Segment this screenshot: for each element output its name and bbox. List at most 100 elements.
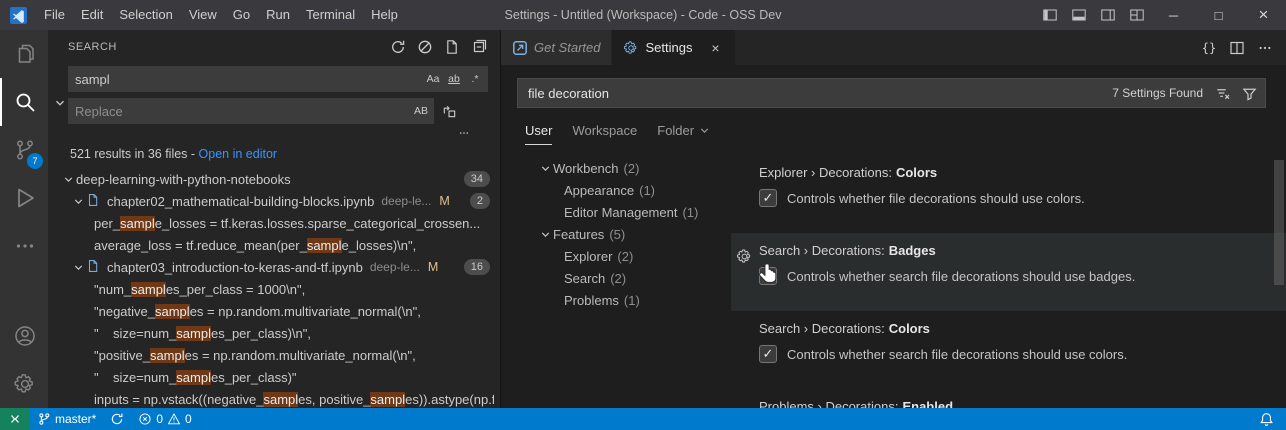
scope-tabs: User Workspace Folder (501, 108, 1286, 145)
minimize-button[interactable]: ─ (1151, 0, 1196, 30)
toggle-search-details-button[interactable] (456, 127, 476, 139)
errors-icon (138, 412, 152, 426)
toggle-panel-icon[interactable] (1064, 0, 1093, 30)
activity-run-debug[interactable] (0, 174, 48, 222)
activity-accounts[interactable] (0, 312, 48, 360)
toggle-primary-sidebar-icon[interactable] (1035, 0, 1064, 30)
search-match-row[interactable]: "negative_samples = np.random.multivaria… (48, 300, 500, 322)
sidebar-title: SEARCH (68, 41, 117, 53)
toc-item-editor-management[interactable]: Editor Management (1) (521, 201, 731, 223)
file-icon (86, 259, 102, 276)
match-text: average_loss = tf.reduce_mean(per_sample… (94, 237, 417, 253)
scope-tab-workspace[interactable]: Workspace (572, 123, 637, 145)
replace-input[interactable] (75, 103, 410, 119)
setting-gear-icon[interactable] (736, 248, 753, 265)
menu-file[interactable]: File (36, 0, 73, 30)
open-settings-json-button[interactable]: {} (1196, 35, 1222, 61)
menu-run[interactable]: Run (258, 0, 298, 30)
filter-settings-button[interactable] (1238, 82, 1260, 104)
setting-checkbox[interactable]: ✓ (759, 267, 777, 285)
close-tab-icon[interactable]: × (706, 39, 724, 57)
menu-go[interactable]: Go (225, 0, 258, 30)
setting-name: Enabled (902, 399, 954, 408)
open-in-editor-link[interactable]: Open in editor (199, 147, 278, 161)
setting-value-row: ✓ Controls whether search file decoration… (759, 345, 1262, 363)
git-status-badge: M (427, 260, 439, 274)
activity-source-control[interactable]: 7 (0, 126, 48, 174)
search-match-row[interactable]: inputs = np.vstack((negative_samples, po… (48, 388, 500, 408)
toc-item-problems[interactable]: Problems (1) (521, 289, 731, 311)
refresh-button[interactable] (387, 36, 409, 58)
activity-more[interactable] (0, 222, 48, 270)
activity-bar: 7 (0, 30, 48, 408)
clear-settings-filter-button[interactable] (1211, 82, 1233, 104)
match-text: " size=num_samples_per_class)" (94, 369, 297, 385)
close-window-button[interactable]: × (1241, 0, 1286, 30)
toggle-replace-button[interactable] (52, 66, 68, 140)
toc-item-features[interactable]: Features (5) (521, 223, 731, 245)
editor-scrollbar[interactable] (1274, 160, 1284, 285)
scope-tab-user[interactable]: User (525, 123, 553, 145)
file-result-row[interactable]: chapter02_mathematical-building-blocks.i… (48, 190, 500, 212)
preserve-case-toggle[interactable]: AB (411, 101, 431, 121)
regex-toggle[interactable]: .* (465, 69, 485, 89)
match-highlight: sampl (131, 281, 166, 297)
sync-status-item[interactable] (103, 408, 131, 430)
collapse-all-button[interactable] (468, 36, 490, 58)
notifications-bell-icon[interactable] (1259, 412, 1274, 427)
search-match-row[interactable]: " size=num_samples_per_class)\n", (48, 322, 500, 344)
toggle-secondary-sidebar-icon[interactable] (1093, 0, 1122, 30)
menu-edit[interactable]: Edit (73, 0, 111, 30)
tab-settings[interactable]: Settings × (612, 30, 737, 65)
tab-label: Get Started (534, 40, 601, 55)
setting-category: Search › Decorations: (759, 243, 885, 258)
toc-item-workbench[interactable]: Workbench (2) (521, 157, 731, 179)
activity-explorer[interactable] (0, 30, 48, 78)
toc-item-explorer[interactable]: Explorer (2) (521, 245, 731, 267)
editor-more-actions-button[interactable] (1252, 35, 1278, 61)
toc-item-search[interactable]: Search (2) (521, 267, 731, 289)
remote-indicator[interactable] (0, 408, 30, 430)
replace-input-box: AB (68, 98, 434, 124)
toc-count: (5) (609, 226, 626, 242)
scope-tab-label: User (525, 123, 553, 138)
setting-category: Explorer › Decorations: (759, 165, 892, 180)
replace-all-button[interactable] (438, 100, 460, 122)
activity-manage[interactable] (0, 360, 48, 408)
match-case-toggle[interactable]: Aa (423, 69, 443, 89)
toc-count: (1) (682, 204, 699, 220)
toc-label: Appearance (564, 182, 635, 198)
settings-search-input[interactable] (518, 85, 1113, 101)
clear-search-results-button[interactable] (414, 36, 436, 58)
setting-checkbox[interactable]: ✓ (759, 345, 777, 363)
customize-layout-icon[interactable] (1122, 0, 1151, 30)
toc-item-appearance[interactable]: Appearance (1) (521, 179, 731, 201)
menu-view[interactable]: View (181, 0, 225, 30)
search-input[interactable] (75, 71, 422, 87)
split-editor-button[interactable] (1224, 35, 1250, 61)
check-icon: ✓ (762, 190, 774, 205)
menu-selection[interactable]: Selection (111, 0, 180, 30)
search-match-row[interactable]: average_loss = tf.reduce_mean(per_sample… (48, 234, 500, 256)
menu-help[interactable]: Help (363, 0, 406, 30)
scope-tab-label: Workspace (572, 123, 638, 138)
menu-terminal[interactable]: Terminal (298, 0, 363, 30)
maximize-button[interactable]: □ (1196, 0, 1241, 30)
folder-result-row[interactable]: deep-learning-with-python-notebooks 34 (48, 168, 500, 190)
file-result-row[interactable]: chapter03_introduction-to-keras-and-tf.i… (48, 256, 500, 278)
search-match-row[interactable]: "positive_samples = np.random.multivaria… (48, 344, 500, 366)
problems-status-item[interactable]: 0 0 (131, 408, 198, 430)
open-new-search-editor-button[interactable] (441, 36, 463, 58)
match-highlight: sampl (306, 237, 342, 253)
whole-word-toggle[interactable]: ab (444, 69, 464, 89)
activity-search[interactable] (0, 78, 48, 126)
search-match-row[interactable]: " size=num_samples_per_class)" (48, 366, 500, 388)
scope-tab-folder[interactable]: Folder (657, 123, 711, 145)
tab-get-started[interactable]: Get Started (501, 30, 613, 65)
branch-status-item[interactable]: master* (30, 408, 103, 430)
setting-checkbox[interactable]: ✓ (759, 189, 777, 207)
sidebar-actions (387, 36, 490, 58)
tab-list: Get Started Settings × (501, 30, 737, 65)
search-match-row[interactable]: per_sample_losses = tf.keras.losses.spar… (48, 212, 500, 234)
search-match-row[interactable]: "num_samples_per_class = 1000\n", (48, 278, 500, 300)
